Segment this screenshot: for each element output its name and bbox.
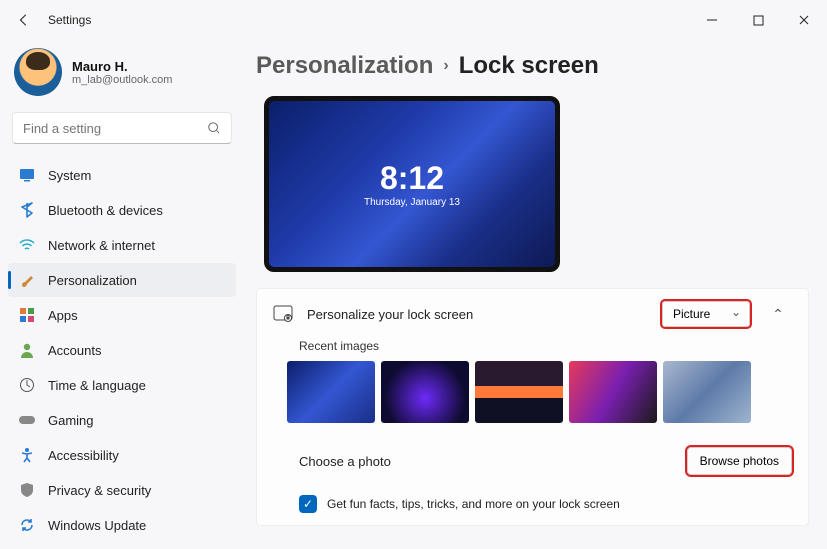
recent-image-thumb[interactable] bbox=[287, 361, 375, 423]
search-icon bbox=[207, 121, 221, 135]
nav-item-accessibility[interactable]: Accessibility bbox=[8, 438, 236, 472]
nav-label: Accounts bbox=[48, 343, 101, 358]
breadcrumb: Personalization › Lock screen bbox=[256, 52, 809, 80]
update-icon bbox=[18, 516, 36, 534]
wifi-icon bbox=[18, 236, 36, 254]
gamepad-icon bbox=[18, 411, 36, 429]
personalize-card: Personalize your lock screen Picture ⌃ R… bbox=[256, 288, 809, 526]
nav-label: Gaming bbox=[48, 413, 94, 428]
person-icon bbox=[18, 341, 36, 359]
window-maximize-button[interactable] bbox=[735, 4, 781, 36]
nav-list: System Bluetooth & devices Network & int… bbox=[8, 158, 236, 542]
background-type-dropdown[interactable]: Picture bbox=[662, 301, 750, 327]
search-box[interactable] bbox=[12, 112, 232, 144]
chevron-right-icon: › bbox=[443, 57, 448, 75]
dropdown-value: Picture bbox=[673, 307, 710, 321]
nav-item-time-language[interactable]: Time & language bbox=[8, 368, 236, 402]
nav-label: System bbox=[48, 168, 91, 183]
recent-images-row bbox=[287, 361, 792, 423]
avatar bbox=[14, 48, 62, 96]
recent-images-label: Recent images bbox=[299, 339, 792, 353]
back-button[interactable] bbox=[8, 4, 40, 36]
browse-photos-button[interactable]: Browse photos bbox=[687, 447, 792, 475]
apps-icon bbox=[18, 306, 36, 324]
nav-item-bluetooth[interactable]: Bluetooth & devices bbox=[8, 193, 236, 227]
app-title: Settings bbox=[48, 13, 91, 27]
nav-label: Bluetooth & devices bbox=[48, 203, 163, 218]
display-icon bbox=[18, 166, 36, 184]
choose-photo-label: Choose a photo bbox=[299, 454, 391, 469]
search-input[interactable] bbox=[23, 121, 207, 136]
recent-image-thumb[interactable] bbox=[663, 361, 751, 423]
picture-lock-icon bbox=[273, 305, 293, 323]
clock-globe-icon bbox=[18, 376, 36, 394]
user-profile[interactable]: Mauro H. m_lab@outlook.com bbox=[8, 40, 236, 112]
nav-item-system[interactable]: System bbox=[8, 158, 236, 192]
user-name: Mauro H. bbox=[72, 59, 172, 74]
nav-item-accounts[interactable]: Accounts bbox=[8, 333, 236, 367]
nav-item-personalization[interactable]: Personalization bbox=[8, 263, 236, 297]
preview-date: Thursday, January 13 bbox=[364, 197, 460, 208]
nav-label: Time & language bbox=[48, 378, 146, 393]
recent-image-thumb[interactable] bbox=[475, 361, 563, 423]
nav-item-apps[interactable]: Apps bbox=[8, 298, 236, 332]
preview-time: 8:12 bbox=[380, 160, 444, 197]
nav-label: Windows Update bbox=[48, 518, 146, 533]
nav-item-gaming[interactable]: Gaming bbox=[8, 403, 236, 437]
recent-image-thumb[interactable] bbox=[569, 361, 657, 423]
breadcrumb-parent[interactable]: Personalization bbox=[256, 52, 433, 80]
nav-item-windows-update[interactable]: Windows Update bbox=[8, 508, 236, 542]
expand-toggle[interactable]: ⌃ bbox=[764, 306, 792, 323]
window-minimize-button[interactable] bbox=[689, 4, 735, 36]
nav-label: Personalization bbox=[48, 273, 137, 288]
fun-facts-checkbox[interactable]: ✓ bbox=[299, 495, 317, 513]
nav-item-network[interactable]: Network & internet bbox=[8, 228, 236, 262]
nav-label: Privacy & security bbox=[48, 483, 151, 498]
recent-image-thumb[interactable] bbox=[381, 361, 469, 423]
fun-facts-label: Get fun facts, tips, tricks, and more on… bbox=[327, 497, 620, 511]
shield-icon bbox=[18, 481, 36, 499]
nav-item-privacy[interactable]: Privacy & security bbox=[8, 473, 236, 507]
window-close-button[interactable] bbox=[781, 4, 827, 36]
lock-screen-preview: 8:12 Thursday, January 13 bbox=[264, 96, 560, 272]
page-title: Lock screen bbox=[459, 52, 599, 80]
accessibility-icon bbox=[18, 446, 36, 464]
personalize-label: Personalize your lock screen bbox=[307, 307, 473, 322]
nav-label: Apps bbox=[48, 308, 78, 323]
user-email: m_lab@outlook.com bbox=[72, 74, 172, 86]
bluetooth-icon bbox=[18, 201, 36, 219]
nav-label: Accessibility bbox=[48, 448, 119, 463]
nav-label: Network & internet bbox=[48, 238, 155, 253]
paintbrush-icon bbox=[18, 271, 36, 289]
